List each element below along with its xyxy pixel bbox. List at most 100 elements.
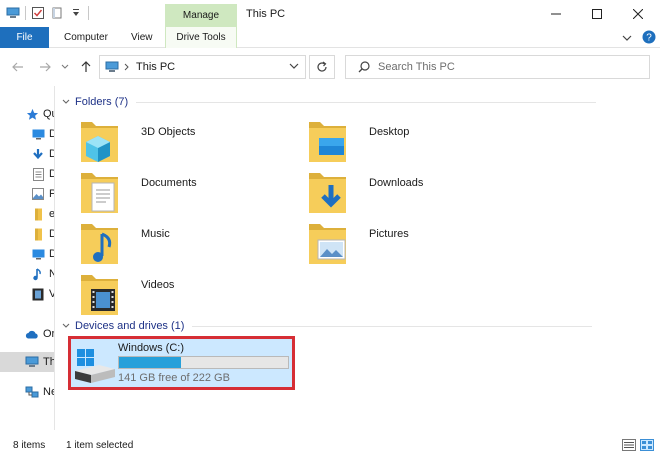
new-folder-icon[interactable] [50,6,64,20]
nav-item-label: Th [43,356,55,368]
nav-item-desktop[interactable]: D [0,124,54,144]
tab-view[interactable]: View [131,27,153,48]
drive-free-space: 141 GB free of 222 GB [118,372,230,384]
svg-text:?: ? [646,33,652,44]
breadcrumb-separator-icon [124,63,129,71]
manage-context-tab[interactable]: Manage [165,4,237,27]
close-button[interactable] [618,0,658,27]
nav-item-videos[interactable]: V [0,284,54,304]
address-bar[interactable]: This PC [99,55,306,79]
toolbar-separator [88,6,89,20]
group-divider [136,101,597,103]
folder-name: Desktop [369,126,410,138]
videos-folder-icon [81,275,118,315]
navigation-pane: Qu D D D P e D D N V Or Th [0,86,55,430]
folders-group-header[interactable]: Folders (7) [62,96,597,108]
refresh-button[interactable] [309,55,335,79]
folder-name: 3D Objects [141,126,196,138]
item-count: 8 items [13,440,46,451]
maximize-button[interactable] [577,0,617,27]
help-button[interactable]: ? [642,30,656,47]
nav-item-folder-e[interactable]: e [0,204,54,224]
details-view-icon [622,439,636,451]
forward-button[interactable] [37,59,53,75]
arrow-right-icon [40,62,51,72]
drive-usage-fill [119,357,181,368]
maximize-icon [592,8,602,19]
details-view-button[interactable] [622,439,636,451]
devices-group-title: Devices and drives (1) [75,320,185,332]
folder-name: Videos [141,279,175,291]
nav-item-desktop-2[interactable]: D [0,244,54,264]
up-button[interactable] [78,59,94,75]
nav-item-label: D [49,248,54,260]
folder-music[interactable]: Music [78,220,303,268]
documents-icon [31,167,45,181]
folder-desktop[interactable]: Desktop [306,118,531,166]
arrow-left-icon [12,62,23,72]
navigation-bar: This PC [0,48,660,86]
this-pc-app-icon[interactable] [6,6,20,20]
chevron-down-icon [62,323,70,328]
devices-group-header[interactable]: Devices and drives (1) [62,320,593,332]
folder-3d-objects[interactable]: 3D Objects [78,118,303,166]
customize-toolbar-icon[interactable] [69,6,83,20]
downloads-icon [31,147,45,161]
folder-documents[interactable]: Documents [78,169,303,217]
nav-item-label: Or [43,328,55,340]
nav-item-network[interactable]: Ne [0,382,54,402]
desktop-icon [31,127,45,141]
search-input[interactable] [378,61,638,73]
nav-item-this-pc[interactable]: Th [0,352,55,372]
nav-item-label: Qu [43,108,54,120]
onedrive-icon [25,327,39,341]
chevron-down-icon [62,99,70,104]
pictures-folder-icon [309,224,346,264]
expand-ribbon-button[interactable] [622,33,632,45]
folder-name: Documents [141,177,197,189]
music-folder-icon [81,224,118,264]
videos-icon [31,287,45,301]
drive-name: Windows (C:) [118,342,185,354]
nav-item-pictures[interactable]: P [0,184,54,204]
back-button[interactable] [10,59,26,75]
nav-item-documents[interactable]: D [0,164,54,184]
nav-item-onedrive[interactable]: Or [0,324,55,344]
drive-windows-c[interactable]: Windows (C:) 141 GB free of 222 GB [68,336,295,390]
help-icon: ? [642,30,656,44]
nav-item-folder-d[interactable]: D [0,224,54,244]
minimize-button[interactable] [536,0,576,27]
refresh-icon [317,61,327,72]
tab-drive-tools[interactable]: Drive Tools [165,27,237,48]
address-history-button[interactable] [289,61,299,73]
close-icon [633,8,643,19]
ribbon-controls: ? [622,30,656,47]
folders-group-title: Folders (7) [75,96,129,108]
search-box[interactable] [345,55,650,79]
folder-pictures[interactable]: Pictures [306,220,531,268]
recent-locations-button[interactable] [60,59,70,75]
tab-computer[interactable]: Computer [64,27,108,48]
breadcrumb-this-pc[interactable]: This PC [136,61,175,73]
folder-downloads[interactable]: Downloads [306,169,531,217]
tab-file[interactable]: File [0,27,49,48]
nav-item-label: V [49,288,54,300]
nav-item-label: D [49,148,54,160]
hard-drive-icon [75,349,115,383]
file-view: Folders (7) 3D Objects Desktop Documents [56,86,660,430]
nav-item-quick-access[interactable]: Qu [0,104,54,124]
chevron-down-icon [61,64,69,69]
documents-folder-icon [81,173,118,213]
tiles-view-button[interactable] [640,439,654,451]
pictures-icon [31,187,45,201]
downloads-folder-icon [309,173,346,213]
status-bar: 8 items 1 item selected [0,430,660,455]
folder-videos[interactable]: Videos [78,271,303,319]
3d-objects-folder-icon [81,122,118,162]
nav-item-label: Ne [43,386,54,398]
nav-item-music[interactable]: N [0,264,54,284]
folder-icon [31,207,45,221]
properties-icon[interactable] [31,6,45,20]
nav-item-downloads[interactable]: D [0,144,54,164]
this-pc-icon [25,355,39,369]
